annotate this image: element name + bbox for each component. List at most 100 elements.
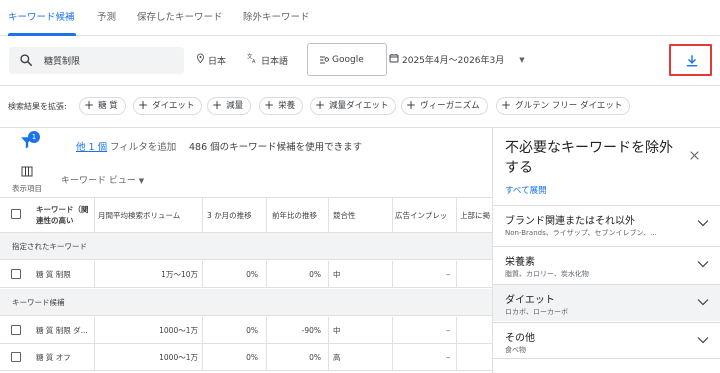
refine-keywords-panel: 不必要なキーワードを除外する すべて展開 ブランド関連またはそれ以外 Non-B… [492,128,720,373]
add-filter-button[interactable]: フィルタを追加 [110,139,176,153]
table-row[interactable]: 糖 質 制限 ダ... 1000～1万 0% -90% 中 – [0,317,492,344]
plus-icon: + [138,98,149,112]
column-divider [266,317,267,344]
chevron-down-icon [697,219,709,230]
refine-group-nutrients[interactable]: 栄養素 脂質、カロリー、炭水化物 [493,246,720,283]
cell-keyword: 糖 質 制限 [36,270,71,279]
filter-count-badge: 1 [28,131,40,143]
cell-volume: 1000～1万 [159,353,198,362]
select-all-checkbox[interactable] [11,209,21,219]
column-divider [456,317,457,344]
close-icon[interactable] [689,150,700,164]
header-competition[interactable]: 競合性 [333,198,383,232]
group-subtitle: ロカボ、ローカーボ [505,308,568,316]
column-divider [94,344,95,371]
header-yoy-trend[interactable]: 前年比の推移 [272,198,326,232]
table-row[interactable]: 糖 質 オフ 1000～1万 0% 0% 高 – [0,344,492,371]
search-value: 糖質制限 [44,57,81,67]
expand-chip[interactable]: + 減量ダイエット [310,97,397,115]
cell-yoy: 0% [309,353,321,362]
cell-keyword: 糖 質 制限 ダ... [36,326,88,335]
columns-icon[interactable] [21,166,33,180]
plus-icon: + [315,98,326,112]
search-input[interactable]: 糖質制限 [9,47,184,74]
date-range-label: 2025年4月～2026年3月 [402,56,505,66]
panel-title: 不必要なキーワードを除外する [505,140,673,176]
expand-results-label: 検索結果を拡張: [8,102,67,111]
plus-icon: + [264,98,275,112]
expand-all-link[interactable]: すべて展開 [505,184,547,196]
refine-group-diet[interactable]: ダイエット ロカボ、ローカーボ [493,284,720,321]
search-engine-icon [319,55,330,68]
tab-bar: キーワード候補 予測 保存したキーワード 除外キーワード [0,0,720,36]
expand-chip[interactable]: + 栄養 [259,97,304,115]
calendar-icon [389,53,399,66]
table-row[interactable]: 糖 質 制限 1万～10万 0% 0% 中 – [0,261,492,288]
tab-forecast[interactable]: 予測 [97,0,116,36]
expand-chip[interactable]: + 糖 質 [79,97,126,115]
cell-keyword: 糖 質 オフ [36,353,71,362]
plus-icon: + [406,98,417,112]
expand-chip[interactable]: + ダイエット [133,97,203,115]
keyword-view-dropdown[interactable]: キーワード ビュー ▼ [61,173,144,186]
column-divider [328,317,329,344]
language-selector[interactable]: 文A 日本語 [247,53,288,67]
expand-chip[interactable]: + グルテン フリー ダイエット [496,97,631,115]
plus-icon: + [212,98,223,112]
cell-volume: 1000～1万 [159,326,198,335]
chevron-down-icon: ▼ [519,55,525,64]
download-icon [686,55,698,67]
group-title: 栄養素 [505,257,535,268]
header-top-of-page-bid[interactable]: 上部に掲 [460,198,492,232]
search-engine-selector[interactable]: Google [307,43,387,76]
search-icon [19,53,33,70]
active-tab-indicator [8,33,76,36]
tab-saved-keywords[interactable]: 保存したキーワード [137,0,223,36]
location-pin-icon [196,53,205,67]
row-checkbox[interactable] [11,269,21,279]
column-divider [328,344,329,371]
translate-icon: 文A [247,53,258,67]
expand-chip[interactable]: + ヴィーガニズム [401,97,488,115]
plus-icon: + [501,98,512,112]
cell-competition: 高 [333,353,341,362]
column-divider [456,344,457,371]
group-subtitle: 食べ物 [505,346,526,354]
row-checkbox[interactable] [11,352,21,362]
group-title: ブランド関連またはそれ以外 [505,216,635,227]
chevron-down-icon [697,260,709,271]
columns-label[interactable]: 表示項目 [12,183,42,194]
header-ad-impression-share[interactable]: 広告インプレッ [395,198,452,232]
header-monthly-volume[interactable]: 月間平均検索ボリューム [98,198,198,232]
cell-competition: 中 [333,326,341,335]
tab-negative-keywords[interactable]: 除外キーワード [243,0,310,36]
language-label: 日本語 [261,56,289,67]
column-divider [94,261,95,288]
column-divider [266,344,267,371]
header-keyword[interactable]: キーワード（関連性の高い [36,198,94,232]
expand-chip[interactable]: + 減量 [207,97,252,115]
column-divider [456,198,457,232]
column-divider [392,261,393,288]
refine-group-other[interactable]: その他 食べ物 [493,322,720,359]
date-range-selector[interactable]: 2025年4月～2026年3月 ▼ [389,53,525,66]
section-keyword-ideas: キーワード候補 [0,289,492,316]
group-title: その他 [505,333,535,344]
cell-impression: – [446,270,450,279]
refine-group-brand[interactable]: ブランド関連またはそれ以外 Non-Brands、ライザップ、セブンイレブン、.… [493,205,720,242]
cell-volume: 1万～10万 [161,270,198,279]
download-button[interactable] [669,44,712,76]
header-three-month-trend[interactable]: 3 か月の推移 [207,198,262,232]
location-selector[interactable]: 日本 [196,53,226,67]
tab-keyword-ideas[interactable]: キーワード候補 [8,0,75,36]
chevron-down-icon [697,336,709,347]
column-divider [456,261,457,288]
excluded-filters-link[interactable]: 他 1 個 [76,139,107,153]
cell-yoy: -90% [301,326,321,335]
header-keyword-label: キーワード（関連性の高い [36,205,89,225]
keyword-count-text: 486 個のキーワード候補を使用できます [189,142,363,153]
row-checkbox[interactable] [11,325,21,335]
svg-text:A: A [252,59,256,64]
column-divider [328,198,329,232]
column-divider [266,261,267,288]
